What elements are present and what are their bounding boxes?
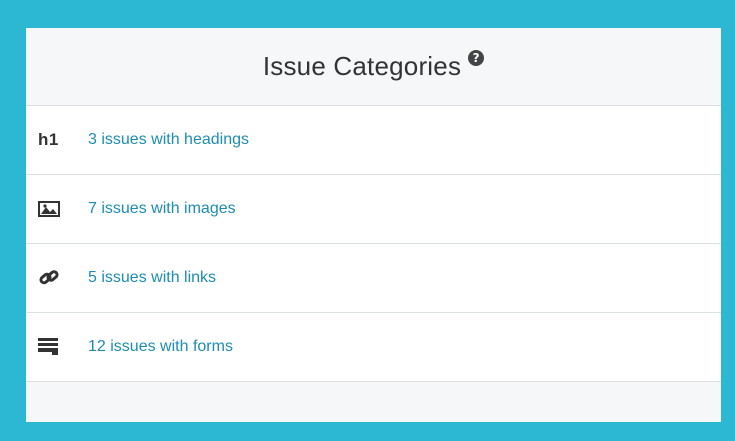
category-row-images: 7 issues with images: [26, 175, 721, 244]
category-list: h1 3 issues with headings 7 issues with …: [26, 106, 721, 382]
image-icon: [26, 201, 88, 217]
panel-title: Issue Categories: [262, 51, 462, 81]
heading-icon: h1: [26, 130, 88, 150]
form-icon: [26, 338, 88, 356]
frame-border: Issue Categories ? h1 3 issues with head…: [0, 0, 735, 441]
images-issues-link[interactable]: 7 issues with images: [88, 200, 236, 218]
forms-issues-link[interactable]: 12 issues with forms: [88, 338, 233, 356]
issue-categories-panel: Issue Categories ? h1 3 issues with head…: [26, 28, 721, 422]
panel-header: Issue Categories ?: [26, 28, 721, 106]
link-icon: [26, 268, 88, 288]
category-row-forms: 12 issues with forms: [26, 313, 721, 382]
category-row-headings: h1 3 issues with headings: [26, 106, 721, 175]
headings-issues-link[interactable]: 3 issues with headings: [88, 131, 249, 149]
panel-footer: [26, 382, 721, 422]
help-icon[interactable]: ?: [468, 49, 485, 66]
heading-icon-text: h1: [38, 130, 59, 149]
category-row-links: 5 issues with links: [26, 244, 721, 313]
links-issues-link[interactable]: 5 issues with links: [88, 269, 216, 287]
